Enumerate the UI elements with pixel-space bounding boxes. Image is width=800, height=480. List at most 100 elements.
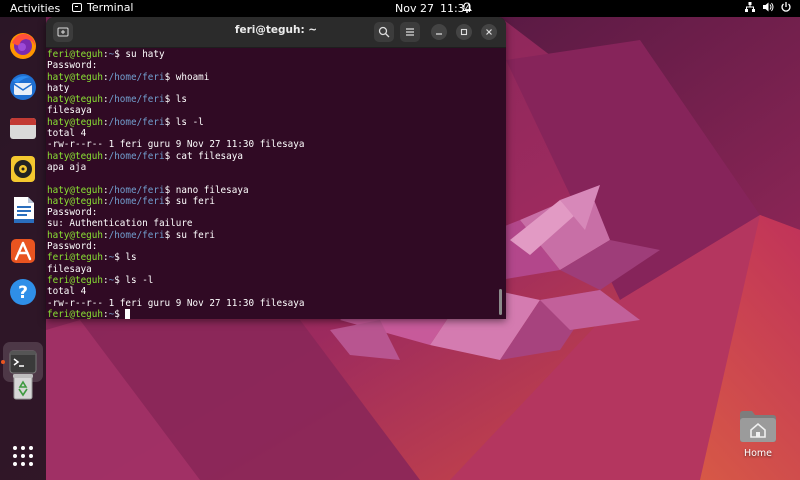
- prompt-path: /home/feri: [108, 94, 165, 106]
- dock-libreoffice-writer[interactable]: [6, 193, 40, 227]
- svg-text:?: ?: [18, 283, 28, 303]
- prompt-line: haty@teguh:/home/feri$ ls: [47, 94, 187, 106]
- dock-trash[interactable]: [6, 369, 40, 403]
- search-button[interactable]: [374, 22, 394, 42]
- prompt-user: feri@teguh: [47, 49, 103, 60]
- prompt-user: haty@teguh: [47, 71, 103, 83]
- app-center-icon: [11, 239, 35, 263]
- activities-button[interactable]: Activities: [10, 2, 60, 15]
- close-button[interactable]: [481, 24, 497, 40]
- output-line: su: Authentication failure: [47, 218, 193, 230]
- show-apps-grid-icon: [13, 446, 33, 466]
- prompt-user: haty@teguh: [47, 229, 103, 241]
- command-text: su feri: [175, 229, 215, 241]
- prompt-path: /home/feri: [108, 184, 165, 196]
- minimize-button[interactable]: [431, 24, 447, 40]
- output-line: Password:: [47, 60, 98, 72]
- text-cursor: [125, 308, 131, 319]
- prompt-user: feri@teguh: [47, 252, 103, 264]
- search-icon: [378, 26, 390, 38]
- output-line: Password:: [47, 207, 98, 219]
- prompt-line: haty@teguh:/home/feri$ cat filesaya: [47, 150, 243, 162]
- network-icon: [745, 2, 755, 12]
- home-folder-icon[interactable]: [738, 408, 778, 444]
- top-bar: Activities Terminal Nov 27 11:34: [0, 0, 800, 17]
- command-text: nano filesaya: [175, 184, 249, 196]
- dock-rhythmbox[interactable]: [6, 152, 40, 186]
- running-indicator: [1, 360, 5, 364]
- prompt-user: feri@teguh: [47, 308, 103, 319]
- prompt-line: haty@teguh:/home/feri$ su feri: [47, 195, 215, 207]
- prompt-user: haty@teguh: [47, 150, 103, 162]
- maximize-button[interactable]: [456, 24, 472, 40]
- prompt-path: ~: [108, 252, 115, 264]
- system-status-menu[interactable]: [744, 1, 792, 13]
- output-line: total 4: [47, 128, 87, 140]
- power-icon: [781, 2, 791, 12]
- terminal-window[interactable]: feri@teguh: ~ feri@teguh:~$ su haty Pass…: [46, 17, 506, 319]
- rhythmbox-icon: [11, 156, 35, 182]
- prompt-line: feri@teguh:~$ ls: [47, 252, 137, 264]
- output-line: filesaya: [47, 263, 92, 275]
- thunderbird-icon: [10, 74, 36, 100]
- prompt-line: feri@teguh:~$: [47, 308, 499, 319]
- output-line: total 4: [47, 286, 87, 298]
- window-titlebar[interactable]: feri@teguh: ~: [46, 17, 506, 48]
- prompt-path: ~: [108, 49, 115, 60]
- command-text: ls -l: [175, 116, 204, 128]
- command-text: su haty: [125, 49, 165, 60]
- prompt-user: haty@teguh: [47, 116, 103, 128]
- prompt-user: haty@teguh: [47, 195, 103, 207]
- prompt-line: haty@teguh:/home/feri$ ls -l: [47, 116, 204, 128]
- command-text: ls: [125, 252, 137, 264]
- prompt-path: /home/feri: [108, 71, 165, 83]
- prompt-line: haty@teguh:/home/feri$ nano filesaya: [47, 184, 249, 196]
- dock-files[interactable]: [6, 111, 40, 145]
- dock: ?: [0, 17, 46, 480]
- prompt-path: ~: [108, 308, 115, 319]
- output-line: -rw-r--r-- 1 feri guru 9 Nov 27 11:30 fi…: [47, 297, 305, 309]
- output-line: -rw-r--r-- 1 feri guru 9 Nov 27 11:30 fi…: [47, 139, 305, 151]
- command-text: whoami: [175, 71, 210, 83]
- trash-icon: [13, 374, 33, 400]
- dock-app-center[interactable]: [6, 234, 40, 268]
- output-line: filesaya: [47, 105, 92, 117]
- prompt-path: ~: [108, 274, 115, 286]
- output-line: Password:: [47, 241, 98, 253]
- writer-icon: [14, 197, 34, 223]
- command-text: su feri: [175, 195, 215, 207]
- prompt-line: haty@teguh:/home/feri$ su feri: [47, 229, 215, 241]
- notification-bell-icon: [462, 2, 472, 13]
- dock-firefox[interactable]: [6, 29, 40, 63]
- command-text: ls: [175, 94, 187, 106]
- prompt-user: feri@teguh: [47, 274, 103, 286]
- close-icon: [486, 29, 492, 35]
- hamburger-menu-icon: [406, 28, 414, 36]
- help-icon: ?: [10, 279, 36, 305]
- prompt-path: /home/feri: [108, 229, 165, 241]
- terminal-icon: [72, 3, 82, 12]
- dock-help[interactable]: ?: [6, 275, 40, 309]
- prompt-path: /home/feri: [108, 116, 165, 128]
- prompt-user: haty@teguh: [47, 94, 103, 106]
- prompt-line: feri@teguh:~$ su haty: [47, 49, 165, 60]
- clock-date: Nov 27: [395, 2, 434, 15]
- terminal-scrollbar[interactable]: [499, 289, 502, 315]
- prompt-path: /home/feri: [108, 150, 165, 162]
- command-text: ls -l: [125, 274, 154, 286]
- dock-thunderbird[interactable]: [6, 70, 40, 104]
- dock-show-apps[interactable]: [6, 439, 40, 473]
- minimize-icon: [436, 33, 442, 35]
- home-folder-label[interactable]: Home: [728, 448, 788, 459]
- command-text: cat filesaya: [175, 150, 243, 162]
- prompt-line: haty@teguh:/home/feri$ whoami: [47, 71, 210, 83]
- menu-button[interactable]: [400, 22, 420, 42]
- output-line: apa aja: [47, 161, 87, 173]
- app-menu[interactable]: Terminal: [72, 1, 134, 14]
- maximize-icon: [460, 28, 468, 36]
- volume-icon: [763, 2, 774, 12]
- firefox-icon: [10, 33, 36, 59]
- terminal-output[interactable]: feri@teguh:~$ su haty Password: haty@teguh…: [46, 49, 499, 319]
- prompt-path: /home/feri: [108, 195, 165, 207]
